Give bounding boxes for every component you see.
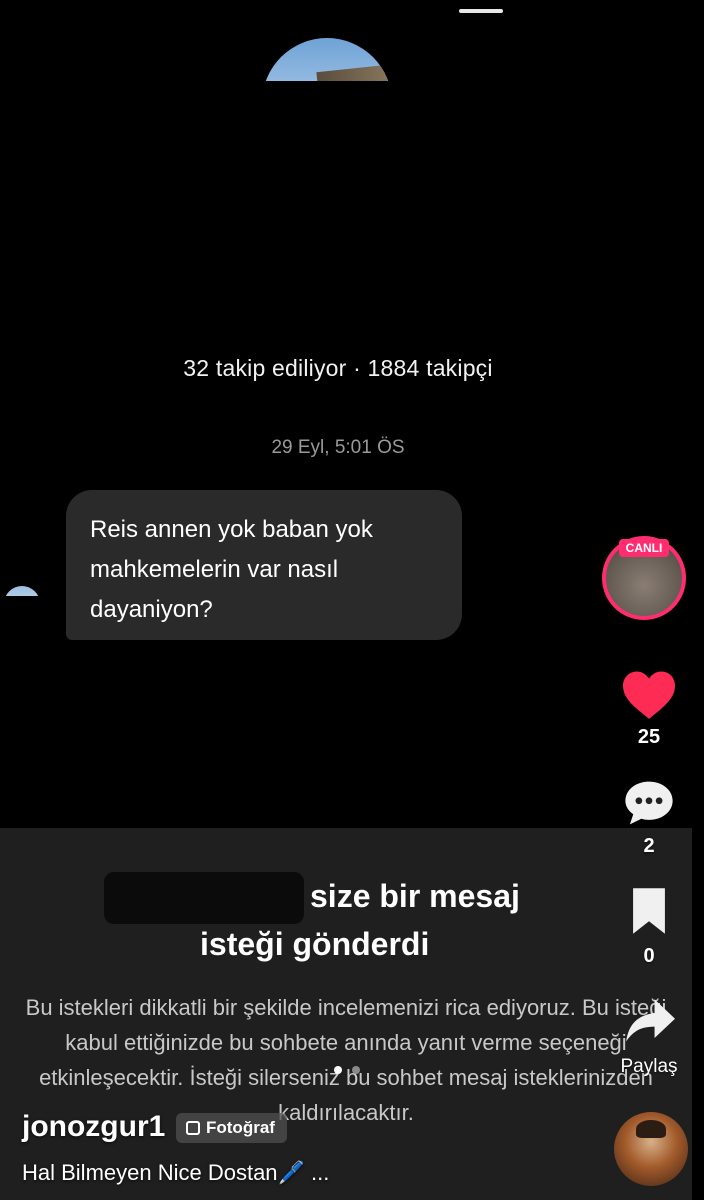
bookmark-icon[interactable] [628, 886, 670, 936]
message-timestamp: 29 Eyl, 5:01 ÖS [271, 437, 405, 458]
carousel-indicator [334, 1066, 360, 1074]
redacted-username [104, 872, 304, 924]
live-badge: CANLI [619, 539, 669, 557]
music-disc-avatar[interactable] [614, 1112, 688, 1186]
sender-avatar[interactable] [4, 586, 40, 596]
share-label[interactable]: Paylaş [612, 1056, 686, 1078]
post-username[interactable]: jonozgur1 [22, 1110, 165, 1144]
carousel-dot [352, 1066, 360, 1074]
comment-count: 2 [643, 835, 655, 857]
home-indicator [459, 9, 503, 13]
comment-icon[interactable] [622, 778, 676, 828]
follow-stats: 32 takip ediliyor · 1884 takipçi [183, 355, 493, 381]
request-description: Bu istekleri dikkatli bir şekilde incele… [25, 995, 667, 1125]
message-bubble: Reis annen yok baban yok mahkemelerin va… [66, 490, 462, 640]
photo-type-badge: Fotoğraf [176, 1113, 287, 1143]
photo-icon [186, 1121, 200, 1135]
carousel-dot-active [334, 1066, 342, 1074]
bookmark-count: 0 [643, 945, 655, 967]
post-caption[interactable]: Hal Bilmeyen Nice Dostan🖊️ ... [22, 1160, 329, 1186]
request-title-line1: size bir mesaj [310, 878, 520, 914]
like-count: 25 [637, 726, 661, 748]
share-icon[interactable] [622, 996, 678, 1046]
like-icon[interactable] [620, 668, 678, 720]
request-title-line2: isteği gönderdi [200, 926, 430, 962]
profile-avatar[interactable] [262, 38, 392, 81]
photo-badge-label: Fotoğraf [206, 1118, 275, 1137]
